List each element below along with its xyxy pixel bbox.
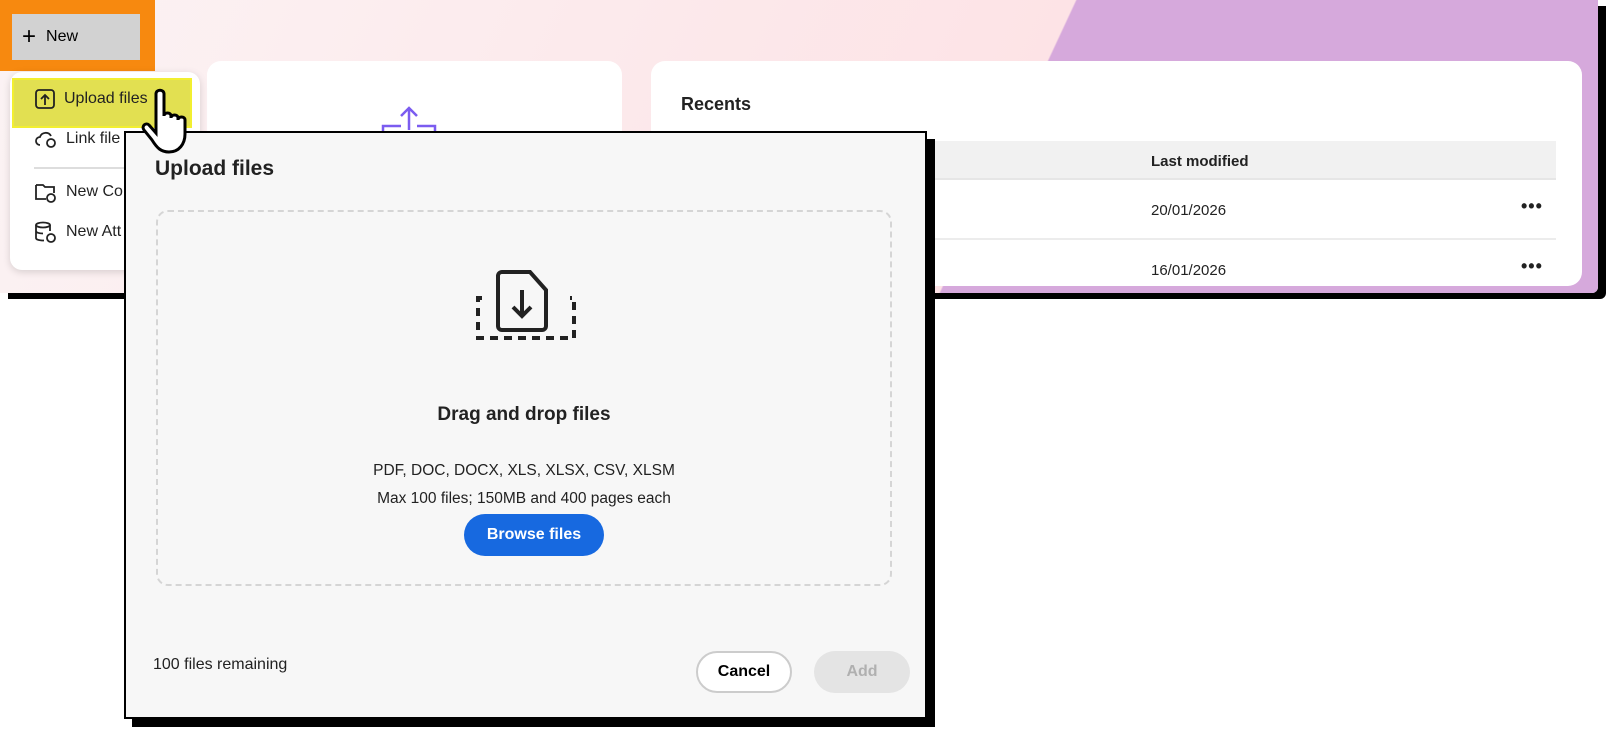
drag-drop-title: Drag and drop files	[437, 404, 611, 425]
row-date: 16/01/2026	[1151, 262, 1227, 279]
menu-item-label: New Co	[66, 183, 123, 200]
recents-title: Recents	[681, 94, 752, 114]
plus-icon: +	[22, 23, 37, 50]
menu-item-label: Link file	[66, 130, 121, 147]
file-requirements: PDF, DOC, DOCX, XLS, XLSX, CSV, XLSM Max…	[158, 457, 890, 513]
menu-item-upload-files[interactable]: Upload files	[34, 88, 148, 110]
menu-item-label: Upload files	[64, 90, 148, 107]
menu-item-new-collection[interactable]: New Co	[34, 181, 123, 203]
menu-item-label: New Att	[66, 223, 122, 240]
row-date: 20/01/2026	[1151, 202, 1227, 219]
upload-file-icon	[35, 89, 55, 109]
more-options-button[interactable]: •••	[1521, 256, 1543, 277]
file-download-icon	[476, 270, 576, 340]
new-button-highlight: + New	[0, 0, 155, 71]
dialog-title: Upload files	[155, 157, 275, 180]
column-last-modified[interactable]: Last modified	[1151, 153, 1249, 170]
file-limits: Max 100 files; 150MB and 400 pages each	[377, 490, 671, 507]
add-button[interactable]: Add	[814, 651, 910, 693]
upload-files-dialog: Upload files Drag and drop files PDF, DO…	[124, 131, 927, 719]
cloud-link-icon	[35, 131, 56, 148]
cancel-button[interactable]: Cancel	[696, 651, 792, 693]
files-remaining: 100 files remaining	[153, 656, 288, 673]
menu-item-link-file[interactable]: Link file	[34, 128, 120, 150]
browse-files-button[interactable]: Browse files	[464, 514, 604, 556]
folder-add-icon	[35, 184, 56, 203]
database-add-icon	[35, 221, 56, 243]
menu-item-new-attribute[interactable]: New Att	[34, 221, 121, 243]
drop-zone[interactable]: Drag and drop files PDF, DOC, DOCX, XLS,…	[156, 210, 892, 586]
supported-types: PDF, DOC, DOCX, XLS, XLSX, CSV, XLSM	[373, 462, 675, 479]
new-button[interactable]: + New	[12, 14, 140, 60]
more-options-button[interactable]: •••	[1521, 196, 1543, 217]
new-button-label: New	[46, 28, 79, 45]
hand-pointer-cursor-icon	[141, 88, 187, 154]
